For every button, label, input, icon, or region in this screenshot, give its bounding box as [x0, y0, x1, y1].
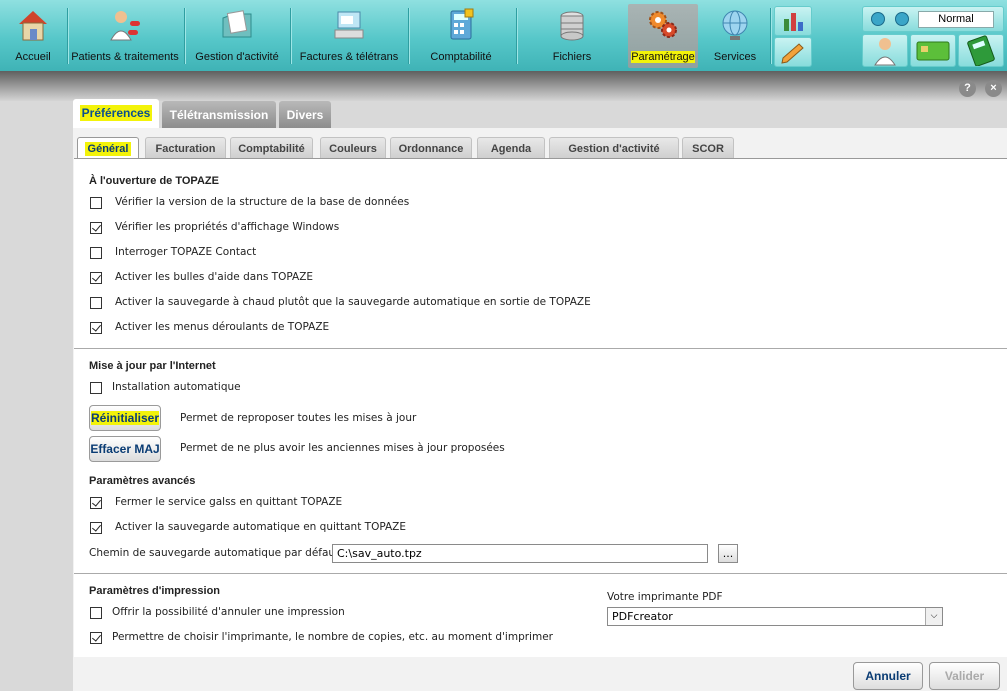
cancel-button[interactable]: Annuler	[853, 662, 923, 690]
toolbar-services-button[interactable]: Services	[704, 4, 766, 68]
subtab-couleurs[interactable]: Couleurs	[320, 137, 386, 158]
opening-option-label: Interroger TOPAZE Contact	[115, 246, 257, 258]
pdf-printer-select[interactable]: PDFcreator ⌵	[607, 607, 943, 626]
folder-icon	[222, 10, 252, 38]
help-button[interactable]: ?	[959, 80, 976, 97]
calculator-icon	[450, 8, 474, 40]
opening-option-label: Vérifier les propriétés d'affichage Wind…	[115, 221, 340, 233]
header-band	[0, 71, 1007, 101]
globe-icon	[722, 10, 748, 40]
vitale-card-button[interactable]	[910, 34, 956, 67]
plus-circle-icon[interactable]	[895, 12, 909, 26]
auto-install-label: Installation automatique	[112, 381, 241, 393]
opening-option-checkbox[interactable]	[90, 322, 102, 334]
printing-option-checkbox[interactable]	[90, 632, 102, 644]
subtab-scor[interactable]: SCOR	[682, 137, 734, 158]
advanced-option-checkbox[interactable]	[90, 497, 102, 509]
opening-option-label: Activer les menus déroulants de TOPAZE	[115, 321, 330, 333]
opening-option-label: Vérifier la version de la structure de l…	[115, 196, 410, 208]
subtab-facturation[interactable]: Facturation	[145, 137, 226, 158]
chevron-down-icon[interactable]: ⌵	[925, 608, 942, 625]
toolbar-accueil-button[interactable]: Accueil	[2, 4, 64, 68]
tab-divers[interactable]: Divers	[279, 101, 331, 128]
backup-path-input[interactable]: C:\sav_auto.tpz	[332, 544, 708, 563]
clear-updates-button[interactable]: Effacer MAJ	[89, 436, 161, 462]
house-icon	[19, 11, 47, 41]
reset-updates-label: Réinitialiser	[90, 411, 160, 425]
tab-teletransmission[interactable]: Télétransmission	[162, 101, 276, 128]
browse-button[interactable]: ...	[718, 544, 738, 563]
close-button[interactable]: ×	[985, 80, 1002, 97]
backup-path-label: Chemin de sauvegarde automatique par déf…	[89, 547, 347, 559]
opening-option-label: Activer la sauvegarde à chaud plutôt que…	[115, 296, 591, 308]
calculator-green-icon	[967, 35, 995, 67]
divider	[74, 573, 1007, 574]
advanced-section-title: Paramètres avancés	[89, 475, 196, 487]
calculator-shortcut-button[interactable]	[958, 34, 1004, 67]
parametrage-label: Paramétrage	[631, 51, 695, 63]
opening-option-checkbox[interactable]	[90, 247, 102, 259]
edit-shortcut-button[interactable]	[774, 37, 812, 67]
tab-preferences-label: Préférences	[79, 105, 153, 121]
printing-option-label: Permettre de choisir l'imprimante, le no…	[112, 631, 553, 643]
vitale-card-icon	[916, 41, 950, 61]
opening-option-label: Activer les bulles d'aide dans TOPAZE	[115, 271, 314, 283]
subtab-agenda[interactable]: Agenda	[477, 137, 545, 158]
subtab-general[interactable]: Général	[77, 137, 139, 159]
toolbar-comptabilite-button[interactable]: Comptabilité	[420, 4, 502, 68]
validate-button[interactable]: Valider	[929, 662, 1000, 690]
opening-option-checkbox[interactable]	[90, 297, 102, 309]
mode-select[interactable]: Normal	[918, 11, 994, 28]
subtab-comptabilite[interactable]: Comptabilité	[230, 137, 313, 158]
advanced-option-checkbox[interactable]	[90, 522, 102, 534]
advanced-option-label: Activer la sauvegarde automatique en qui…	[115, 521, 407, 533]
divider	[74, 348, 1007, 349]
toolbar-factures-button[interactable]: Factures & télétrans	[294, 4, 404, 68]
minus-circle-icon[interactable]	[871, 12, 885, 26]
computer-icon	[334, 11, 364, 39]
toolbar-parametrage-button[interactable]: Paramétrage	[628, 4, 698, 68]
reset-updates-description: Permet de reproposer toutes les mises à …	[180, 412, 417, 424]
chart-icon	[784, 13, 803, 31]
opening-section-title: À l'ouverture de TOPAZE	[89, 175, 219, 187]
toolbar-patients-button[interactable]: Patients & traitements	[70, 4, 180, 68]
pencil-icon	[781, 43, 804, 64]
tab-preferences[interactable]: Préférences	[73, 99, 159, 129]
pdf-printer-value: PDFcreator	[612, 610, 673, 623]
subtab-ordonnance[interactable]: Ordonnance	[390, 137, 472, 158]
update-section-title: Mise à jour par l'Internet	[89, 360, 216, 372]
clear-updates-description: Permet de ne plus avoir les anciennes mi…	[180, 442, 505, 454]
pdf-printer-label: Votre imprimante PDF	[607, 591, 723, 603]
opening-option-checkbox[interactable]	[90, 222, 102, 234]
doctor-pills-icon	[110, 11, 140, 41]
database-icon	[560, 11, 584, 41]
gears-icon	[649, 11, 677, 38]
toolbar-fichiers-button[interactable]: Fichiers	[538, 4, 606, 68]
toolbar-gestion-button[interactable]: Gestion d'activité	[188, 4, 286, 68]
opening-option-checkbox[interactable]	[90, 197, 102, 209]
opening-option-checkbox[interactable]	[90, 272, 102, 284]
subtab-general-label: Général	[84, 142, 132, 156]
advanced-option-label: Fermer le service galss en quittant TOPA…	[115, 496, 343, 508]
printing-option-label: Offrir la possibilité d'annuler une impr…	[112, 606, 345, 618]
auto-install-checkbox[interactable]	[90, 382, 102, 394]
subtab-gestion-activite[interactable]: Gestion d'activité	[549, 137, 679, 158]
main-toolbar: Accueil Patients & traitements Gestion d…	[0, 0, 1007, 71]
reset-updates-button[interactable]: Réinitialiser	[89, 405, 161, 431]
doctor-icon	[874, 38, 896, 66]
stats-shortcut-button[interactable]	[774, 6, 812, 36]
doctor-shortcut-button[interactable]	[862, 34, 908, 67]
printing-option-checkbox[interactable]	[90, 607, 102, 619]
printing-section-title: Paramètres d'impression	[89, 585, 221, 597]
